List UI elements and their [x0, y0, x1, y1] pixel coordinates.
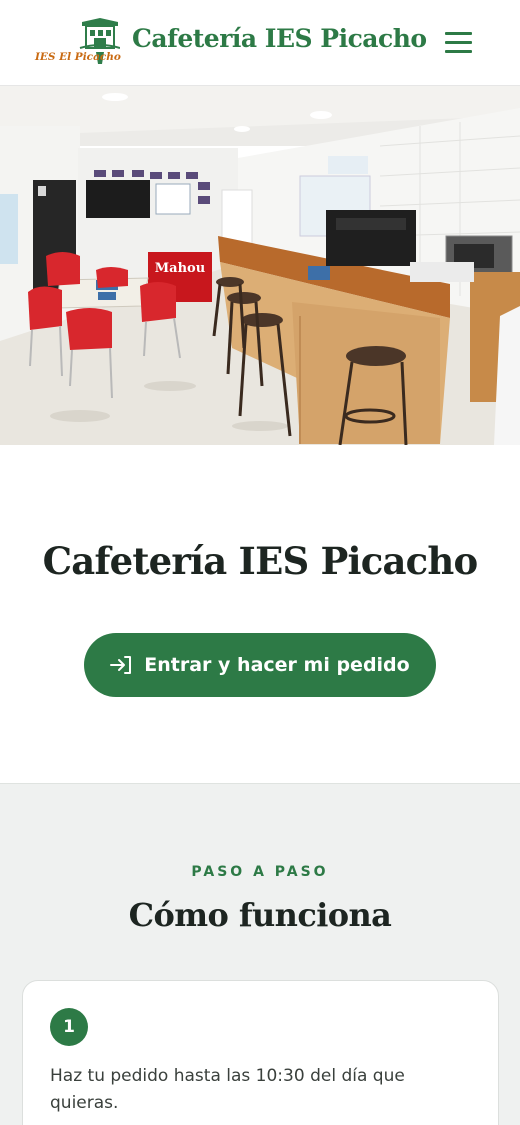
enter-order-button-label: Entrar y hacer mi pedido — [144, 654, 410, 676]
section-title: Cómo funciona — [128, 896, 392, 934]
site-title[interactable]: Cafetería IES Picacho — [132, 24, 427, 53]
school-logo[interactable]: IES El Picacho — [32, 16, 121, 68]
welcome-section: Cafetería IES Picacho Entrar y hacer mi … — [0, 445, 520, 783]
step-description: Haz tu pedido hasta las 10:30 del día qu… — [50, 1066, 405, 1113]
mahou-sign: Mahou — [155, 261, 205, 276]
hamburger-icon-line — [445, 50, 472, 53]
page-title: Cafetería IES Picacho — [42, 539, 479, 583]
hamburger-icon-line — [445, 41, 472, 44]
step-card: 1 Haz tu pedido hasta las 10:30 del día … — [22, 980, 499, 1125]
logo-text: IES El Picacho — [35, 51, 121, 63]
menu-button[interactable] — [440, 28, 478, 58]
hamburger-icon — [445, 32, 472, 35]
step-number-badge: 1 — [50, 1008, 88, 1046]
login-icon — [110, 656, 132, 674]
top-navbar: IES El Picacho Cafetería IES Picacho — [0, 0, 520, 86]
enter-order-button[interactable]: Entrar y hacer mi pedido — [84, 633, 436, 697]
how-it-works-section: PASO A PASO Cómo funciona 1 Haz tu pedid… — [0, 783, 520, 1125]
hero-image: Mahou — [0, 86, 520, 445]
section-eyebrow: PASO A PASO — [191, 864, 329, 880]
cafeteria-photo-illustration: Mahou — [0, 86, 520, 445]
